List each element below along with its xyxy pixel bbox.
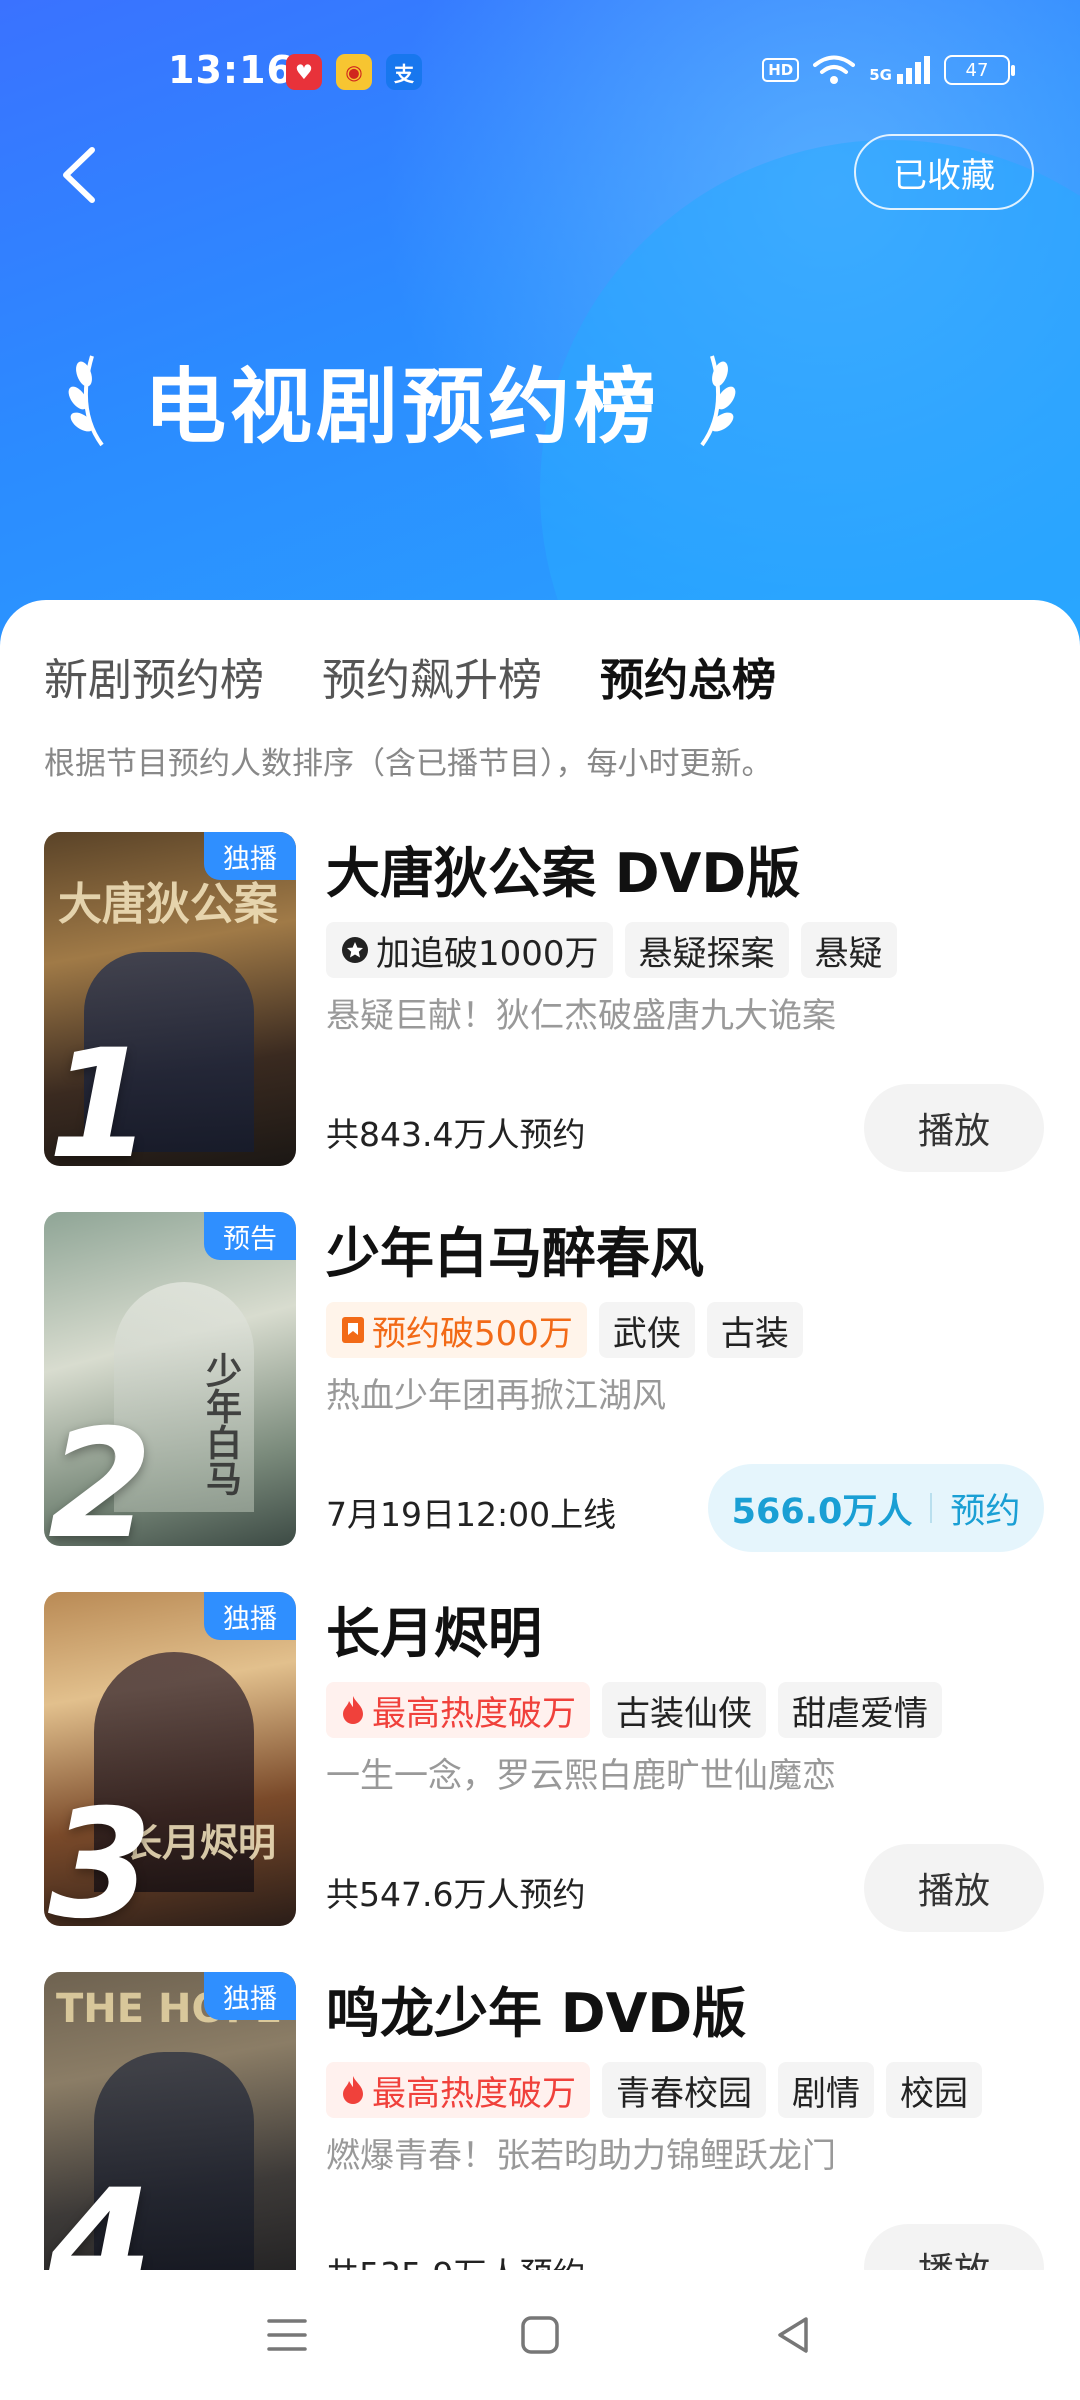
tag-hot: 最高热度破万 (326, 2062, 590, 2118)
tag-genre: 剧情 (778, 2062, 874, 2118)
drama-description: 燃爆青春！张若昀助力锦鲤跃龙门 (326, 2136, 836, 2176)
tag-booking: 预约破500万 (326, 1302, 587, 1358)
bookmark-icon (342, 1317, 364, 1343)
hd-badge: HD (762, 58, 800, 82)
alipay-icon: 支 (386, 54, 422, 90)
drama-title[interactable]: 大唐狄公案 DVD版 (326, 838, 1044, 910)
divider (930, 1493, 933, 1523)
tag-genre: 悬疑 (800, 922, 897, 978)
play-button[interactable]: 播放 (864, 1084, 1044, 1172)
drama-title[interactable]: 长月烬明 (326, 1598, 1044, 1670)
tag-genre: 古装 (706, 1302, 803, 1358)
tag-label: 最高热度破万 (372, 2073, 576, 2114)
tag-label: 最高热度破万 (372, 1693, 576, 1734)
weibo-icon: ◉ (336, 54, 372, 90)
drama-description: 一生一念，罗云熙白鹿旷世仙魔恋 (326, 1756, 836, 1796)
exclusive-badge: 独播 (204, 1592, 296, 1640)
rank-number: 2 (48, 1398, 153, 1546)
reserve-count: 共843.4万人预约 (326, 1115, 586, 1154)
header-banner: 13:16 ♥ ◉ 支 HD 5G 47 已收藏 电视剧预约榜 (0, 0, 1080, 660)
tag-genre: 悬疑探案 (624, 922, 789, 978)
list-item[interactable]: 大唐狄公案 独播 1 大唐狄公案 DVD版 加追破1000万 悬疑探案 悬疑 悬… (44, 832, 1044, 1172)
exclusive-badge: 独播 (204, 832, 296, 880)
tab-bar: 新剧预约榜 预约飙升榜 预约总榜 (44, 644, 776, 708)
tag-genre: 青春校园 (602, 2062, 766, 2118)
menu-button[interactable] (257, 2305, 317, 2365)
page-title-row: 电视剧预约榜 (62, 340, 742, 459)
trailer-badge: 预告 (204, 1212, 296, 1260)
laurel-right-icon (700, 354, 736, 446)
drama-title[interactable]: 鸣龙少年 DVD版 (326, 1978, 1044, 2050)
tag-hot: 最高热度破万 (326, 1682, 590, 1738)
square-home-icon (521, 2316, 559, 2354)
page-title: 电视剧预约榜 (144, 360, 661, 455)
release-time: 7月19日12:00上线 (326, 1495, 617, 1534)
ranking-description: 根据节目预约人数排序（含已播节目），每小时更新。 (44, 746, 773, 782)
reserve-button[interactable]: 566.0万人 预约 (708, 1464, 1044, 1552)
tab-rising[interactable]: 预约飙升榜 (322, 644, 542, 708)
ranking-panel: 新剧预约榜 预约飙升榜 预约总榜 根据节目预约人数排序（含已播节目），每小时更新… (0, 600, 1080, 2312)
list-item[interactable]: 少年白马 预告 2 少年白马醉春风 预约破500万 武侠 古装 热血少年团再掀江… (44, 1212, 1044, 1552)
tag-genre: 武侠 (598, 1302, 695, 1358)
reserve-count: 共547.6万人预约 (326, 1875, 586, 1914)
poster-image[interactable]: 大唐狄公案 独播 1 (44, 832, 296, 1166)
tag-label: 加追破1000万 (376, 933, 599, 974)
poster-image[interactable]: 长月烬明 独播 3 (44, 1592, 296, 1926)
drama-description: 悬疑巨献！狄仁杰破盛唐九大诡案 (326, 996, 836, 1036)
drama-title[interactable]: 少年白马醉春风 (326, 1218, 1044, 1290)
rank-number: 3 (48, 1778, 153, 1926)
tab-total[interactable]: 预约总榜 (600, 644, 776, 708)
poster-image[interactable]: 少年白马 预告 2 (44, 1212, 296, 1546)
tag-genre: 古装仙侠 (602, 1682, 766, 1738)
tag-fan: 加追破1000万 (326, 922, 613, 978)
home-button[interactable] (510, 2305, 570, 2365)
flame-icon (343, 2076, 363, 2104)
tag-label: 预约破500万 (372, 1313, 573, 1354)
star-badge-icon (342, 937, 368, 963)
flame-icon (343, 1696, 363, 1724)
back-button[interactable] (52, 140, 112, 210)
system-nav-bar (0, 2270, 1080, 2400)
signal-icon: 5G (869, 56, 930, 84)
tab-new-drama[interactable]: 新剧预约榜 (44, 644, 264, 708)
triangle-back-icon (778, 2317, 809, 2353)
poster-image[interactable]: THE HOPE 独播 4 (44, 1972, 296, 2306)
exclusive-badge: 独播 (204, 1972, 296, 2020)
menu-icon (266, 2319, 307, 2351)
status-time: 13:16 (168, 48, 294, 92)
tag-genre: 校园 (886, 2062, 982, 2118)
network-type: 5G (869, 66, 892, 84)
tag-genre: 甜虐爱情 (778, 1682, 942, 1738)
favorited-button[interactable]: 已收藏 (854, 134, 1034, 210)
list-item[interactable]: THE HOPE 独播 4 鸣龙少年 DVD版 最高热度破万 青春校园 剧情 校… (44, 1972, 1044, 2312)
app-a-icon: ♥ (286, 54, 322, 90)
reserve-count: 566.0万人 (731, 1491, 913, 1532)
laurel-left-icon (68, 354, 104, 446)
chevron-left-icon (63, 147, 95, 203)
list-item[interactable]: 长月烬明 独播 3 长月烬明 最高热度破万 古装仙侠 甜虐爱情 一生一念，罗云熙… (44, 1592, 1044, 1932)
rank-number: 1 (48, 1018, 153, 1166)
poster-title: 少年白马 (200, 1352, 241, 1496)
status-bar: 13:16 ♥ ◉ 支 HD 5G 47 (0, 40, 1080, 100)
reserve-label: 预约 (950, 1491, 1021, 1532)
battery-icon: 47 (944, 55, 1015, 85)
drama-description: 热血少年团再掀江湖风 (326, 1376, 666, 1416)
back-nav-button[interactable] (763, 2305, 823, 2365)
play-button[interactable]: 播放 (864, 1844, 1044, 1932)
wifi-icon (813, 55, 856, 84)
